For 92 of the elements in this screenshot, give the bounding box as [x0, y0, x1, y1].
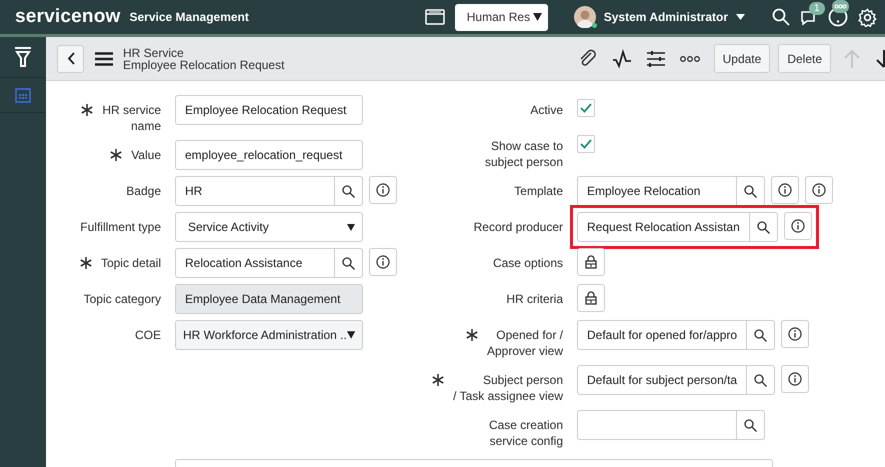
menu-icon[interactable] — [95, 52, 113, 66]
lock-icon — [585, 291, 597, 305]
search-icon — [744, 184, 757, 198]
search-icon — [754, 374, 768, 386]
field-label: Active — [530, 102, 563, 118]
info-button[interactable] — [781, 365, 810, 393]
paperclip-icon[interactable] — [578, 48, 598, 68]
field-label: Show case to subject person — [484, 138, 563, 170]
avatar-icon[interactable] — [574, 6, 596, 28]
chevron-left-icon — [66, 52, 74, 65]
record-title: Employee Relocation Request — [123, 58, 284, 70]
reference-field[interactable]: Relocation Assistance — [175, 248, 335, 278]
field-label: Template — [514, 183, 563, 199]
field-label: Value — [131, 147, 161, 163]
filter-icon — [14, 46, 32, 68]
select-field[interactable]: Service Activity — [175, 212, 363, 242]
field-label: Topic category — [84, 291, 161, 307]
info-button[interactable] — [784, 212, 812, 240]
search-icon — [342, 184, 355, 198]
help-icon[interactable] — [828, 7, 848, 27]
search-icon[interactable] — [772, 8, 790, 26]
notification-count: 1 — [809, 2, 825, 15]
field-label: HR service name — [102, 102, 161, 134]
reference-field[interactable] — [577, 410, 737, 440]
search-icon — [342, 256, 355, 270]
field-label: Badge — [126, 183, 161, 199]
field-label: Subject person / Task assignee view — [453, 372, 563, 404]
field-label: HR criteria — [506, 291, 563, 307]
checkbox[interactable] — [577, 99, 595, 117]
checkbox[interactable] — [577, 135, 595, 153]
caret-icon — [347, 223, 355, 231]
reference-field[interactable]: Default for opened for/appro — [577, 320, 748, 350]
window-icon[interactable] — [424, 9, 445, 25]
reference-field[interactable]: HR — [175, 176, 335, 206]
reference-field[interactable]: Default for subject person/ta — [577, 365, 748, 395]
record-type: HR Service — [123, 46, 185, 58]
lock-button[interactable] — [577, 248, 605, 276]
select-field[interactable]: HR Workforce Administration .. — [175, 320, 363, 350]
lookup-button[interactable] — [747, 320, 776, 350]
field-label: Record producer — [474, 219, 563, 235]
lookup-button[interactable] — [750, 212, 778, 242]
info-button[interactable] — [805, 176, 833, 204]
back-button[interactable] — [57, 44, 84, 72]
update-button[interactable]: Update — [714, 44, 770, 73]
info-button[interactable] — [771, 176, 799, 204]
activity-icon[interactable] — [612, 48, 632, 68]
text-field[interactable]: employee_relocation_request — [175, 140, 363, 170]
down-arrow-icon[interactable] — [875, 48, 885, 68]
logo[interactable]: servicenow — [15, 6, 120, 28]
field-label: Case creation service config — [488, 417, 563, 449]
lookup-button[interactable] — [737, 410, 765, 440]
lookup-button[interactable] — [335, 176, 363, 206]
caret-icon — [532, 13, 542, 21]
more-icon[interactable] — [680, 54, 700, 62]
info-icon — [788, 372, 802, 386]
delete-button[interactable]: Delete — [778, 44, 831, 73]
field-label: Fulfillment type — [80, 219, 161, 235]
info-button[interactable] — [781, 320, 810, 348]
field-label: COE — [134, 327, 161, 343]
settings-icon[interactable] — [858, 8, 877, 26]
search-icon — [756, 220, 770, 234]
info-button[interactable] — [369, 248, 397, 276]
read-only-field: Employee Data Management — [175, 284, 363, 314]
info-icon — [778, 183, 792, 197]
info-icon — [376, 255, 390, 269]
info-icon — [788, 327, 802, 341]
info-icon — [790, 219, 805, 233]
more-icon — [832, 0, 849, 13]
text-field[interactable]: Employee Relocation Request — [175, 95, 363, 125]
calendar-icon — [15, 87, 31, 103]
search-icon — [744, 418, 757, 432]
check-icon — [580, 103, 592, 113]
lock-icon — [585, 255, 597, 269]
caret-icon — [346, 330, 355, 340]
info-icon — [812, 183, 826, 197]
lookup-button[interactable] — [335, 248, 363, 278]
lookup-button[interactable] — [737, 176, 765, 206]
app-title: Service Management — [130, 10, 249, 24]
field-label: Topic detail — [100, 255, 161, 271]
info-icon — [376, 183, 390, 197]
reference-field[interactable]: Request Relocation Assistan — [577, 212, 750, 242]
lookup-button[interactable] — [747, 365, 776, 395]
field-label: Case options — [492, 255, 563, 271]
search-icon — [754, 328, 768, 342]
field-label: Opened for / Approver view — [486, 327, 563, 359]
sliders-icon[interactable] — [646, 48, 666, 68]
caret-icon[interactable] — [736, 14, 745, 20]
lock-button[interactable] — [577, 284, 605, 312]
scope-select[interactable]: Human Res — [454, 4, 548, 30]
check-icon — [580, 139, 592, 149]
info-button[interactable] — [369, 176, 397, 204]
user-name[interactable]: System Administrator — [604, 10, 728, 24]
